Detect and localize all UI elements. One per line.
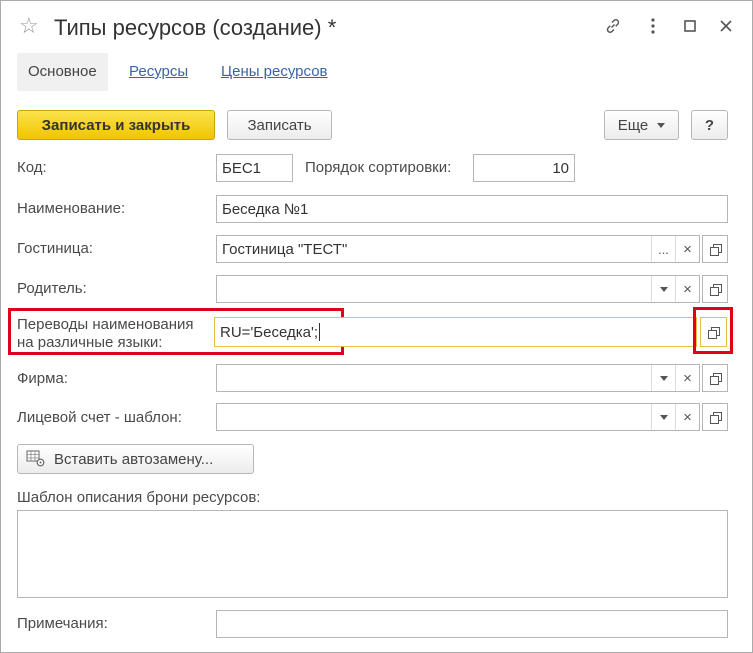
help-button[interactable]: ? <box>691 110 728 140</box>
maximize-icon[interactable] <box>679 15 701 37</box>
insert-autoreplace-label: Вставить автозамену... <box>54 450 214 468</box>
firm-input[interactable]: × <box>216 364 700 392</box>
sort-order-label: Порядок сортировки: <box>305 159 452 176</box>
account-template-open-button[interactable] <box>702 403 728 431</box>
more-button[interactable]: Еще <box>604 110 679 140</box>
sort-order-input[interactable]: 10 <box>473 154 575 182</box>
parent-input[interactable]: × <box>216 275 700 303</box>
more-button-label: Еще <box>617 116 649 134</box>
account-template-input[interactable]: × <box>216 403 700 431</box>
table-gear-icon <box>26 450 46 468</box>
name-input[interactable]: Беседка №1 <box>216 195 728 223</box>
open-copy-icon <box>709 243 722 256</box>
ellipsis-icon[interactable]: ... <box>651 236 675 262</box>
code-input[interactable]: БЕС1 <box>216 154 293 182</box>
dropdown-button[interactable] <box>651 365 675 391</box>
close-icon[interactable] <box>715 15 737 37</box>
firm-label: Фирма: <box>17 370 68 387</box>
dropdown-caret-icon <box>659 286 668 292</box>
tab-main[interactable]: Основное <box>17 53 108 91</box>
translations-label: Переводы наименования на различные языки… <box>17 316 194 352</box>
hotel-input[interactable]: Гостиница "ТЕСТ" ... × <box>216 235 700 263</box>
open-copy-icon <box>709 372 722 385</box>
translations-label-line1: Переводы наименования <box>17 316 194 333</box>
translations-open-button[interactable] <box>700 317 727 347</box>
parent-open-button[interactable] <box>702 275 728 303</box>
save-button[interactable]: Записать <box>227 110 332 140</box>
notes-label: Примечания: <box>17 615 108 632</box>
booking-template-textarea[interactable] <box>17 510 728 598</box>
translations-value: RU='Беседка'; <box>220 323 319 341</box>
hotel-open-button[interactable] <box>702 235 728 263</box>
text-cursor <box>319 323 321 341</box>
save-and-close-button[interactable]: Записать и закрыть <box>17 110 215 140</box>
more-vertical-icon[interactable] <box>642 15 664 37</box>
insert-autoreplace-button[interactable]: Вставить автозамену... <box>17 444 254 474</box>
translations-input[interactable]: RU='Беседка'; <box>214 317 697 347</box>
open-copy-icon <box>708 326 720 339</box>
name-label: Наименование: <box>17 200 126 217</box>
account-template-label: Лицевой счет - шаблон: <box>17 409 182 426</box>
tab-resources[interactable]: Ресурсы <box>118 53 199 91</box>
translations-label-line2: на различные языки: <box>17 334 163 351</box>
booking-template-label: Шаблон описания брони ресурсов: <box>17 489 261 506</box>
hotel-value: Гостиница "ТЕСТ" <box>222 240 348 258</box>
notes-input[interactable] <box>216 610 728 638</box>
firm-open-button[interactable] <box>702 364 728 392</box>
clear-icon[interactable]: × <box>675 365 699 391</box>
clear-icon[interactable]: × <box>675 236 699 262</box>
clear-icon[interactable]: × <box>675 276 699 302</box>
link-icon[interactable] <box>602 15 624 37</box>
open-copy-icon <box>709 411 722 424</box>
dropdown-caret-icon <box>659 414 668 420</box>
clear-icon[interactable]: × <box>675 404 699 430</box>
code-label: Код: <box>17 159 47 176</box>
hotel-label: Гостиница: <box>17 240 93 257</box>
dropdown-button[interactable] <box>651 276 675 302</box>
parent-label: Родитель: <box>17 280 87 297</box>
dropdown-button[interactable] <box>651 404 675 430</box>
window-title: Типы ресурсов (создание) * <box>54 15 337 40</box>
form-window: ☆ Типы ресурсов (создание) * Основное Ре… <box>0 0 753 653</box>
tab-resource-prices[interactable]: Цены ресурсов <box>210 53 339 91</box>
open-copy-icon <box>709 283 722 296</box>
dropdown-caret-icon <box>659 375 668 381</box>
star-icon[interactable]: ☆ <box>19 13 39 39</box>
chevron-down-icon <box>657 122 666 128</box>
